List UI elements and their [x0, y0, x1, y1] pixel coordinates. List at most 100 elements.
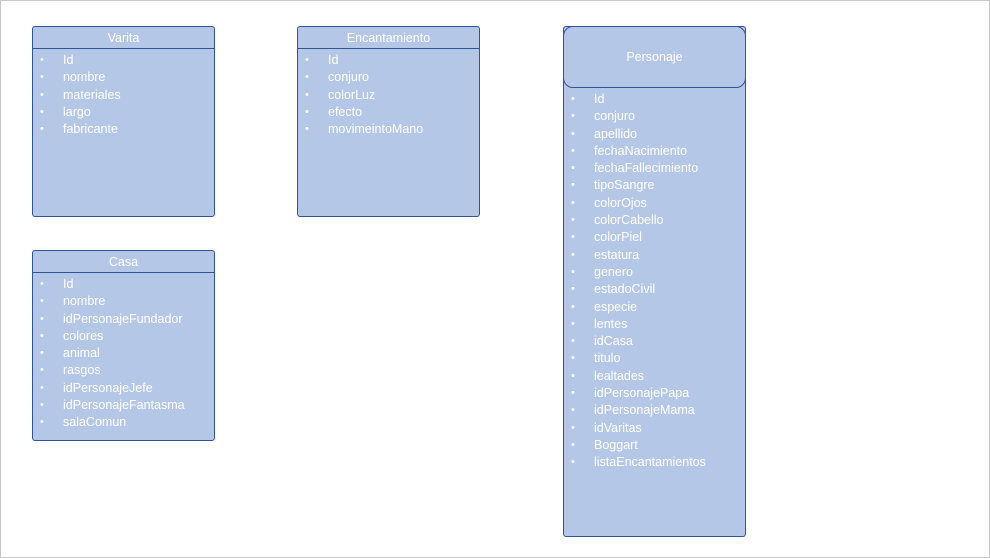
bullet-icon: • [571, 300, 575, 313]
field-label: conjuro [328, 70, 369, 85]
field-label: listaEncantamientos [594, 455, 706, 470]
entity-encantamiento[interactable]: Encantamiento • Id • conjuro • colorLuz • efect… [297, 26, 480, 217]
field-label: colorCabello [594, 213, 664, 228]
bullet-icon: • [571, 110, 575, 123]
entity-varita-title: Varita [33, 27, 214, 49]
entity-encantamiento-fields: • Id • conjuro • colorLuz • efecto • movimeintoMa… [298, 49, 479, 138]
bullet-icon: • [571, 248, 575, 261]
field-label: materiales [63, 87, 121, 102]
bullet-icon: • [40, 399, 44, 412]
field-label: idPersonajeFundador [63, 311, 183, 326]
entity-field: • tipoSangre [564, 177, 745, 194]
bullet-icon: • [40, 54, 44, 66]
entity-field: • salaComun [33, 414, 214, 431]
field-label: idCasa [594, 334, 633, 349]
field-label: especie [594, 299, 638, 314]
field-label: estatura [594, 247, 640, 262]
field-label: Id [328, 53, 339, 67]
field-label: Id [63, 53, 74, 67]
entity-field: • colorCabello [564, 212, 745, 229]
entity-field: • Boggart [564, 437, 745, 454]
bullet-icon: • [40, 329, 44, 342]
bullet-icon: • [40, 123, 44, 136]
entity-varita[interactable]: Varita • Id • nombre • materiales • largo • fabri… [32, 26, 215, 217]
bullet-icon: • [571, 352, 575, 365]
bullet-icon: • [571, 317, 575, 330]
bullet-icon: • [305, 54, 309, 66]
entity-field: • conjuro [564, 108, 745, 125]
bullet-icon: • [571, 456, 575, 469]
entity-field: • idCasa [564, 333, 745, 350]
bullet-icon: • [305, 105, 309, 118]
bullet-icon: • [571, 231, 575, 244]
entity-field: • lentes [564, 316, 745, 333]
diagram-canvas: Varita • Id • nombre • materiales • largo • fabri… [0, 0, 990, 558]
entity-field: • Id [33, 52, 214, 69]
bullet-icon: • [40, 416, 44, 429]
bullet-icon: • [40, 88, 44, 101]
bullet-icon: • [305, 123, 309, 136]
entity-field: • rasgos [33, 362, 214, 379]
bullet-icon: • [571, 93, 575, 105]
entity-field: • lealtades [564, 368, 745, 385]
bullet-icon: • [40, 278, 44, 290]
bullet-icon: • [571, 387, 575, 400]
bullet-icon: • [40, 381, 44, 394]
entity-field: • colorLuz [298, 87, 479, 104]
field-label: idPersonajeFantasma [63, 398, 185, 413]
entity-encantamiento-title: Encantamiento [298, 27, 479, 49]
field-label: fabricante [63, 122, 118, 137]
field-label: genero [594, 264, 633, 279]
field-label: rasgos [63, 363, 101, 378]
field-label: titulo [594, 351, 621, 366]
entity-field: • estadoCivil [564, 281, 745, 298]
field-label: salaComun [63, 415, 127, 430]
field-label: colorLuz [328, 87, 376, 102]
field-label: fechaFallecimiento [594, 161, 699, 176]
entity-field: • idPersonajePapa [564, 385, 745, 402]
entity-field: • colores [33, 328, 214, 345]
field-label: colorOjos [594, 195, 647, 210]
field-label: movimeintoMano [328, 122, 424, 137]
field-label: lentes [594, 316, 628, 331]
field-label: idPersonajeMama [594, 403, 695, 418]
entity-field: • apellido [564, 126, 745, 143]
entity-casa-title: Casa [33, 251, 214, 273]
field-label: idPersonajeJefe [63, 380, 153, 395]
field-label: tipoSangre [594, 178, 655, 193]
entity-field: • largo [33, 104, 214, 121]
bullet-icon: • [571, 421, 575, 434]
bullet-icon: • [40, 71, 44, 84]
field-label: efecto [328, 104, 363, 119]
bullet-icon: • [571, 283, 575, 296]
entity-field: • fechaFallecimiento [564, 160, 745, 177]
entity-field: • idPersonajeJefe [33, 380, 214, 397]
entity-field: • movimeintoMano [298, 121, 479, 138]
bullet-icon: • [571, 179, 575, 192]
field-label: colores [63, 328, 104, 343]
entity-field: • fabricante [33, 121, 214, 138]
bullet-icon: • [571, 335, 575, 348]
bullet-icon: • [571, 127, 575, 140]
entity-field: • colorPiel [564, 229, 745, 246]
entity-personaje[interactable]: Personaje • Id • conjuro • apellido • fechaNaci… [563, 26, 746, 537]
field-label: Id [594, 92, 605, 106]
entity-field: • efecto [298, 104, 479, 121]
entity-field: • idVaritas [564, 420, 745, 437]
entity-field: • Id [298, 52, 479, 69]
bullet-icon: • [571, 265, 575, 278]
field-label: idPersonajePapa [594, 386, 690, 401]
field-label: conjuro [594, 109, 635, 124]
field-label: idVaritas [594, 420, 642, 435]
entity-field: • genero [564, 264, 745, 281]
entity-casa[interactable]: Casa • Id • nombre • idPersonajeFundador • colo… [32, 250, 215, 441]
field-label: fechaNacimiento [594, 143, 688, 158]
entity-field: • especie [564, 299, 745, 316]
entity-field: • listaEncantamientos [564, 454, 745, 471]
bullet-icon: • [305, 71, 309, 84]
bullet-icon: • [305, 88, 309, 101]
bullet-icon: • [40, 295, 44, 308]
field-label: estadoCivil [594, 282, 656, 297]
entity-casa-fields: • Id • nombre • idPersonajeFundador • colores • a… [33, 273, 214, 432]
entity-field: • nombre [33, 293, 214, 310]
